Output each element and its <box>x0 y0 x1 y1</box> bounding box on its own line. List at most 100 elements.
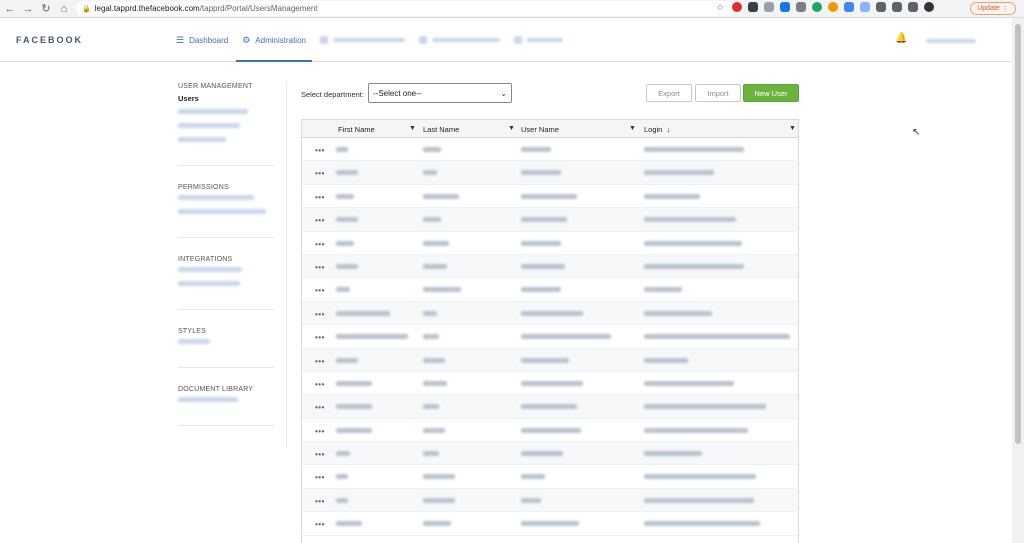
extension-icon[interactable] <box>828 2 838 12</box>
nav-dashboard[interactable]: ☰ Dashboard <box>176 18 228 62</box>
extension-icon[interactable] <box>844 2 854 12</box>
nav-item-redacted[interactable] <box>319 18 405 62</box>
row-actions-icon[interactable]: ••• <box>315 310 325 319</box>
department-select[interactable]: --Select one-- ⌄ <box>368 83 512 103</box>
sidebar-item-redacted[interactable] <box>178 109 248 114</box>
filter-icon[interactable]: ▼ <box>789 125 796 132</box>
table-row[interactable]: ••• <box>302 301 798 326</box>
redacted-cell <box>521 217 567 223</box>
row-actions-icon[interactable]: ••• <box>315 193 325 202</box>
table-row[interactable]: ••• <box>302 348 798 372</box>
table-row[interactable]: ••• <box>302 442 798 466</box>
users-table: First Name ▼ Last Name ▼ User Name ▼ Log… <box>301 119 799 543</box>
new-user-button[interactable]: New User <box>743 84 799 102</box>
column-header-first-name[interactable]: First Name <box>338 120 375 138</box>
url-text: legal.tapprd.thefacebook.com/tapprd/Port… <box>94 4 318 13</box>
row-actions-icon[interactable]: ••• <box>315 216 325 225</box>
nav-item-redacted[interactable] <box>418 18 500 62</box>
grammarly-icon[interactable] <box>812 2 822 12</box>
sidebar-item-redacted[interactable] <box>178 123 240 128</box>
table-row[interactable]: ••• <box>302 185 798 209</box>
redacted-cell <box>521 427 581 433</box>
sidebar-item-redacted[interactable] <box>178 397 238 402</box>
table-body: ••• ••• ••• ••• ••• ••• ••• ••• ••• ••• ••• ••• ••• •… <box>302 138 798 536</box>
address-bar[interactable]: 🔒 legal.tapprd.thefacebook.com/tapprd/Po… <box>76 1 734 16</box>
scrollbar-thumb[interactable] <box>1015 24 1021 444</box>
row-actions-icon[interactable]: ••• <box>315 473 325 482</box>
redacted-cell <box>423 147 441 152</box>
avatar[interactable] <box>924 2 934 12</box>
extension-icon[interactable] <box>860 2 870 12</box>
opera-icon[interactable] <box>732 2 742 12</box>
table-row[interactable]: ••• <box>302 465 798 489</box>
redacted-cell <box>644 310 712 316</box>
redacted-cell <box>644 263 744 269</box>
row-actions-icon[interactable]: ••• <box>315 240 325 249</box>
table-row[interactable]: ••• <box>302 488 798 513</box>
table-row[interactable]: ••• <box>302 419 798 443</box>
sidebar-item-redacted[interactable] <box>178 339 210 344</box>
table-row[interactable]: ••• <box>302 232 798 255</box>
row-actions-icon[interactable]: ••• <box>315 497 325 506</box>
row-actions-icon[interactable]: ••• <box>315 403 325 412</box>
export-button[interactable]: Export <box>646 84 692 102</box>
notification-bell-icon[interactable]: 🔔 <box>895 33 907 44</box>
sidebar-item-redacted[interactable] <box>178 137 226 142</box>
star-icon[interactable]: ☆ <box>716 2 726 12</box>
table-row[interactable]: ••• <box>302 278 798 302</box>
filter-icon[interactable]: ▼ <box>409 125 416 132</box>
back-icon[interactable]: ← <box>2 1 18 17</box>
extension-icon[interactable] <box>780 2 790 12</box>
extension-icon[interactable] <box>764 2 774 12</box>
row-actions-icon[interactable]: ••• <box>315 286 325 295</box>
update-button[interactable]: Update ⋮ <box>970 2 1016 15</box>
sidebar-item-redacted[interactable] <box>178 281 240 286</box>
extension-icon[interactable] <box>748 2 758 12</box>
row-actions-icon[interactable]: ••• <box>315 427 325 436</box>
sidebar-item-users[interactable]: Users <box>178 94 274 103</box>
row-actions-icon[interactable]: ••• <box>315 380 325 389</box>
redacted-cell <box>423 263 447 269</box>
reload-icon[interactable]: ↻ <box>38 1 54 17</box>
sidebar-section-integrations: INTEGRATIONS <box>178 256 274 310</box>
user-name-redacted[interactable] <box>926 39 976 43</box>
home-icon[interactable]: ⌂ <box>56 1 72 17</box>
nav-item-redacted[interactable] <box>513 18 563 62</box>
import-button[interactable]: Import <box>695 84 741 102</box>
puzzle-icon[interactable] <box>892 2 902 12</box>
nav-administration[interactable]: ⚙ Administration <box>236 18 312 62</box>
extension-icon[interactable] <box>876 2 886 12</box>
table-row[interactable]: ••• <box>302 138 798 162</box>
table-row[interactable]: ••• <box>302 395 798 419</box>
redacted-cell <box>644 357 688 363</box>
redacted-cell <box>336 287 350 293</box>
row-actions-icon[interactable]: ••• <box>315 333 325 342</box>
table-row[interactable]: ••• <box>302 372 798 396</box>
table-row[interactable]: ••• <box>302 512 798 536</box>
app-header: FACEBOOK ☰ Dashboard ⚙ Administration 🔔 <box>0 18 1010 62</box>
sidebar-item-redacted[interactable] <box>178 267 242 272</box>
column-header-user-name[interactable]: User Name <box>521 120 559 138</box>
media-icon[interactable] <box>908 2 918 12</box>
row-actions-icon[interactable]: ••• <box>315 450 325 459</box>
table-row[interactable]: ••• <box>302 161 798 185</box>
extension-icon[interactable] <box>796 2 806 12</box>
page-scrollbar[interactable] <box>1012 18 1024 543</box>
row-actions-icon[interactable]: ••• <box>315 263 325 272</box>
admin-sidebar: USER MANAGEMENT Users PERMISSIONS INTEGR… <box>178 83 274 444</box>
row-actions-icon[interactable]: ••• <box>315 146 325 155</box>
redacted-cell <box>644 380 734 386</box>
row-actions-icon[interactable]: ••• <box>315 520 325 529</box>
sidebar-item-redacted[interactable] <box>178 209 266 214</box>
filter-icon[interactable]: ▼ <box>629 125 636 132</box>
forward-icon[interactable]: → <box>20 1 36 17</box>
row-actions-icon[interactable]: ••• <box>315 169 325 178</box>
sidebar-item-redacted[interactable] <box>178 195 254 200</box>
column-header-login[interactable]: Login ↓ <box>644 120 670 138</box>
table-row[interactable]: ••• <box>302 208 798 232</box>
table-row[interactable]: ••• <box>302 254 798 279</box>
table-row[interactable]: ••• <box>302 325 798 349</box>
column-header-last-name[interactable]: Last Name <box>423 120 459 138</box>
filter-icon[interactable]: ▼ <box>508 125 515 132</box>
row-actions-icon[interactable]: ••• <box>315 357 325 366</box>
